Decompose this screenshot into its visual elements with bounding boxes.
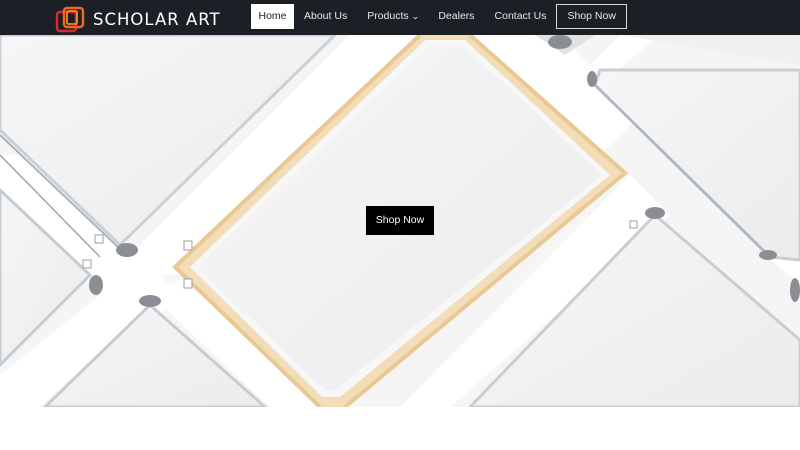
chevron-down-icon: ⌄ [410,12,420,21]
hero-banner: Shop Now [0,35,800,407]
hero-shop-now-button[interactable]: Shop Now [366,206,434,235]
nav-products[interactable]: Products ⌄ [357,4,428,29]
top-navbar: SCHOLAR ART Home About Us Products ⌄ Dea… [0,0,800,35]
nav-home-label: Home [258,10,287,22]
brand-logo[interactable]: SCHOLAR ART [55,6,221,36]
page-content-area [0,407,800,450]
nav-home[interactable]: Home [251,4,294,29]
nav-contact-us-label: Contact Us [494,10,547,22]
stacked-frames-icon [55,6,85,33]
nav-shop-now-button[interactable]: Shop Now [556,4,627,29]
nav-products-label: Products [367,10,409,22]
nav-about-us[interactable]: About Us [294,4,357,29]
nav-contact-us[interactable]: Contact Us [485,4,557,29]
nav-dealers[interactable]: Dealers [428,4,484,29]
nav-shop-now-label: Shop Now [567,10,616,22]
nav-dealers-label: Dealers [438,10,475,22]
main-nav: Home About Us Products ⌄ Dealers Contact… [251,4,627,29]
nav-about-us-label: About Us [304,10,348,22]
brand-name: SCHOLAR ART [93,9,221,29]
